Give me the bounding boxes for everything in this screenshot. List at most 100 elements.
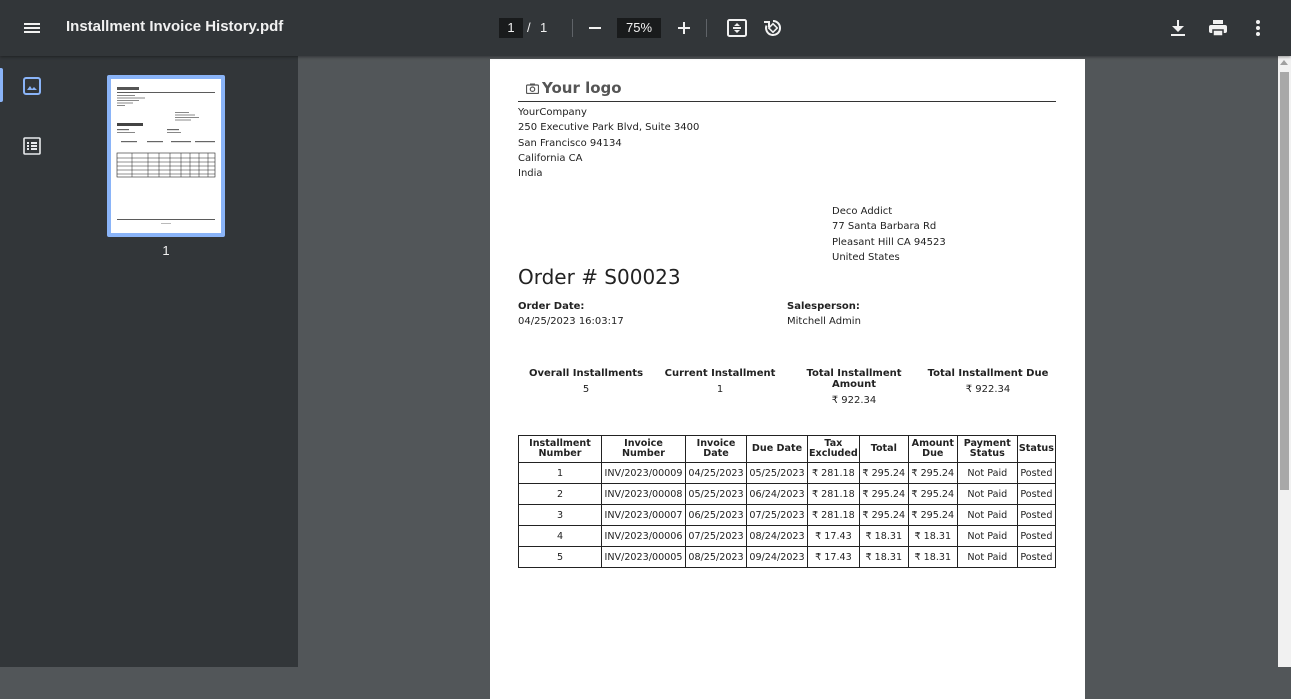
fit-page-icon[interactable] — [721, 12, 753, 44]
page-separator: / — [527, 20, 531, 35]
menu-icon[interactable] — [16, 12, 48, 44]
summary-current-installment: Current Installment 1 — [650, 368, 790, 395]
summary-overall-installments: Overall Installments 5 — [516, 368, 656, 395]
summary-value: ₹ 922.34 — [831, 395, 877, 406]
table-cell: ₹ 18.31 — [907, 525, 958, 547]
zoom-out-icon[interactable] — [579, 12, 611, 44]
table-cell: INV/2023/00009 — [601, 462, 686, 484]
summary-total-due: Total Installment Due ₹ 922.34 — [918, 368, 1058, 395]
table-cell: Posted — [1016, 462, 1057, 484]
table-cell: Not Paid — [956, 483, 1018, 505]
table-cell: 08/25/2023 — [685, 546, 747, 568]
thumbnail-page-number: 1 — [162, 243, 170, 258]
camera-icon — [525, 83, 540, 95]
salesperson-label: Salesperson: — [787, 301, 860, 312]
column-header: Payment Status — [956, 435, 1018, 463]
column-header: Amount Due — [907, 435, 958, 463]
column-header: Due Date — [746, 435, 808, 463]
page-total: 1 — [540, 20, 548, 35]
summary-label: Overall Installments — [528, 368, 644, 379]
customer-country: United States — [832, 251, 900, 263]
summary-value: 1 — [716, 384, 724, 395]
table-cell: ₹ 295.24 — [858, 462, 909, 484]
table-header-row: Installment Number Invoice Number Invoic… — [518, 435, 1057, 463]
table-cell: ₹ 295.24 — [907, 504, 958, 526]
zoom-in-icon[interactable] — [668, 12, 700, 44]
table-cell: ₹ 281.18 — [807, 483, 860, 505]
column-header: Invoice Number — [601, 435, 686, 463]
company-name: YourCompany — [518, 107, 587, 118]
summary-value: ₹ 922.34 — [965, 384, 1011, 395]
table-cell: 07/25/2023 — [746, 504, 808, 526]
table-cell: 2 — [518, 483, 602, 505]
more-options-icon[interactable] — [1242, 12, 1274, 44]
table-cell: INV/2023/00005 — [601, 546, 686, 568]
table-cell: ₹ 295.24 — [907, 483, 958, 505]
table-cell: 07/25/2023 — [685, 525, 747, 547]
toolbar-divider — [572, 19, 573, 37]
table-cell: ₹ 295.24 — [858, 504, 909, 526]
column-header: Invoice Date — [685, 435, 747, 463]
company-state: California CA — [518, 152, 583, 164]
table-row: 4 INV/2023/00006 07/25/2023 08/24/2023 ₹… — [518, 525, 1057, 547]
column-header: Total — [858, 435, 909, 463]
table-cell: 4 — [518, 525, 602, 547]
document-viewer: Your logo YourCompany 250 Executive Park… — [298, 56, 1278, 699]
company-country: India — [518, 168, 543, 180]
header-rule — [518, 101, 1056, 102]
order-title: Order # S00023 — [518, 265, 681, 289]
logo-text: Your logo — [542, 79, 622, 97]
customer-name: Deco Addict — [832, 206, 893, 217]
download-icon[interactable] — [1162, 12, 1194, 44]
company-logo: Your logo — [525, 79, 622, 97]
page-number-input[interactable]: 1 — [499, 18, 523, 38]
table-cell: ₹ 18.31 — [858, 546, 909, 568]
table-cell: 06/24/2023 — [746, 483, 808, 505]
table-cell: ₹ 295.24 — [907, 462, 958, 484]
thumbnails-view-icon[interactable] — [16, 70, 48, 102]
summary-label: Total Installment Amount — [806, 368, 902, 390]
table-cell: INV/2023/00008 — [601, 483, 686, 505]
customer-address: Deco Addict 77 Santa Barbara Rd Pleasant… — [832, 204, 946, 265]
pdf-page: Your logo YourCompany 250 Executive Park… — [490, 59, 1085, 699]
table-row: 2 INV/2023/00008 05/25/2023 06/24/2023 ₹… — [518, 483, 1057, 505]
column-header: Installment Number — [518, 435, 602, 463]
summary-total-amount: Total Installment Amount ₹ 922.34 — [784, 368, 924, 406]
table-cell: Posted — [1016, 504, 1057, 526]
table-cell: Posted — [1016, 546, 1057, 568]
order-date-value: 04/25/2023 16:03:17 — [518, 316, 624, 327]
page-thumbnail[interactable] — [107, 75, 225, 237]
table-cell: 05/25/2023 — [746, 462, 808, 484]
thumbnail-sidebar: 1 — [0, 56, 298, 667]
table-cell: Not Paid — [956, 546, 1018, 568]
table-cell: ₹ 18.31 — [907, 546, 958, 568]
active-indicator — [0, 68, 3, 102]
table-row: 5 INV/2023/00005 08/25/2023 09/24/2023 ₹… — [518, 546, 1057, 568]
table-cell: 06/25/2023 — [685, 504, 747, 526]
summary-value: 5 — [582, 384, 590, 395]
scrollbar-thumb[interactable] — [1280, 72, 1289, 490]
table-cell: ₹ 17.43 — [807, 525, 860, 547]
company-address: YourCompany 250 Executive Park Blvd, Sui… — [518, 105, 699, 181]
toolbar-divider — [706, 19, 707, 37]
column-header: Status — [1016, 435, 1057, 463]
table-row: 1 INV/2023/00009 04/25/2023 05/25/2023 ₹… — [518, 462, 1057, 484]
salesperson-value: Mitchell Admin — [787, 316, 861, 327]
table-cell: 05/25/2023 — [685, 483, 747, 505]
table-cell: Not Paid — [956, 462, 1018, 484]
summary-label: Current Installment — [664, 368, 776, 379]
table-cell: Posted — [1016, 525, 1057, 547]
table-cell: ₹ 281.18 — [807, 504, 860, 526]
table-cell: Not Paid — [956, 525, 1018, 547]
pdf-toolbar: Installment Invoice History.pdf 1 / 1 75… — [0, 0, 1291, 56]
table-cell: Not Paid — [956, 504, 1018, 526]
scroll-up-arrow-icon[interactable] — [1280, 60, 1288, 65]
zoom-level-input[interactable]: 75% — [617, 18, 661, 38]
rotate-icon[interactable] — [757, 12, 789, 44]
table-cell: INV/2023/00006 — [601, 525, 686, 547]
table-cell: ₹ 281.18 — [807, 462, 860, 484]
installment-table: Installment Number Invoice Number Invoic… — [518, 435, 1057, 568]
table-cell: ₹ 295.24 — [858, 483, 909, 505]
print-icon[interactable] — [1202, 12, 1234, 44]
outline-view-icon[interactable] — [16, 130, 48, 162]
